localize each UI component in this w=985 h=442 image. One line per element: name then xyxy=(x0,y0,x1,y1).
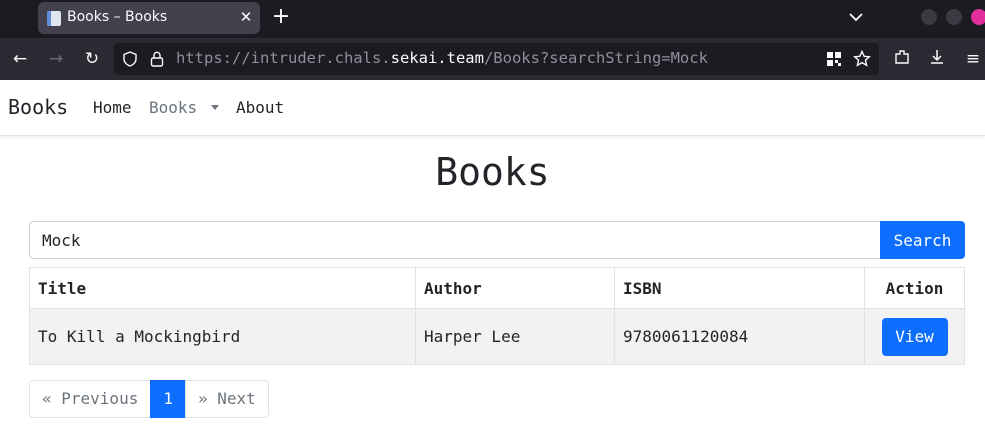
reload-icon[interactable]: ↻ xyxy=(81,48,103,70)
search-input[interactable] xyxy=(29,221,881,259)
menu-icon[interactable]: ≡ xyxy=(962,48,984,70)
book-isbn-cell: 9780061120084 xyxy=(614,308,865,365)
pagination-previous[interactable]: « Previous xyxy=(29,380,152,418)
download-icon[interactable] xyxy=(926,48,948,70)
forward-arrow-icon[interactable]: → xyxy=(45,48,67,70)
column-header-action: Action xyxy=(864,267,965,309)
book-action-cell: View xyxy=(864,308,965,365)
close-tab-icon[interactable]: ✕ xyxy=(236,7,256,27)
qr-code-icon[interactable] xyxy=(826,51,842,67)
book-author-cell: Harper Lee xyxy=(415,308,615,365)
site-navbar: Books Home Books About xyxy=(0,80,985,136)
books-table: Title Author ISBN Action To Kill a Mocki… xyxy=(29,267,965,365)
bookmark-star-icon[interactable] xyxy=(853,50,871,68)
url-prefix: https://intruder.chals. xyxy=(176,49,391,67)
tab-title: Books – Books xyxy=(67,9,168,25)
pagination: « Previous 1 » Next xyxy=(29,380,269,418)
url-path: /Books?searchString=Mock xyxy=(483,49,708,67)
address-bar[interactable]: https://intruder.chals.sekai.team/Books?… xyxy=(114,43,879,75)
browser-tab[interactable]: Books – Books ✕ xyxy=(38,2,260,34)
nav-link-books[interactable]: Books xyxy=(149,98,197,117)
nav-link-home[interactable]: Home xyxy=(93,98,132,117)
table-row: To Kill a Mockingbird Harper Lee 9780061… xyxy=(29,308,965,365)
close-window-icon[interactable] xyxy=(971,9,985,25)
pagination-page-current[interactable]: 1 xyxy=(150,380,186,418)
site-brand[interactable]: Books xyxy=(8,95,68,119)
book-title-cell: To Kill a Mockingbird xyxy=(29,308,416,365)
pagination-next[interactable]: » Next xyxy=(184,380,269,418)
search-button[interactable]: Search xyxy=(880,221,965,259)
lock-icon[interactable] xyxy=(150,51,164,67)
column-header-title: Title xyxy=(29,267,416,309)
browser-toolbar: ← → ↻ https://intruder.chals.sekai.team/… xyxy=(0,38,985,80)
table-header-row: Title Author ISBN Action xyxy=(29,267,965,309)
back-arrow-icon[interactable]: ← xyxy=(9,48,31,70)
page-favicon-icon xyxy=(47,11,61,26)
minimize-window-icon[interactable] xyxy=(921,9,937,25)
maximize-window-icon[interactable] xyxy=(946,9,962,25)
view-book-button[interactable]: View xyxy=(881,317,948,356)
new-tab-icon[interactable]: + xyxy=(268,4,294,30)
shield-icon[interactable] xyxy=(122,51,138,67)
dropdown-caret-icon[interactable] xyxy=(211,105,219,110)
column-header-isbn: ISBN xyxy=(614,267,865,309)
page-title: Books xyxy=(435,150,550,194)
url-domain: sekai.team xyxy=(390,49,484,67)
list-all-tabs-icon[interactable] xyxy=(845,6,867,28)
extensions-icon[interactable] xyxy=(891,48,913,70)
column-header-author: Author xyxy=(415,267,615,309)
browser-tab-bar: Books – Books ✕ + xyxy=(0,0,985,38)
nav-link-about[interactable]: About xyxy=(236,98,284,117)
url-text[interactable]: https://intruder.chals.sekai.team/Books?… xyxy=(176,49,708,67)
